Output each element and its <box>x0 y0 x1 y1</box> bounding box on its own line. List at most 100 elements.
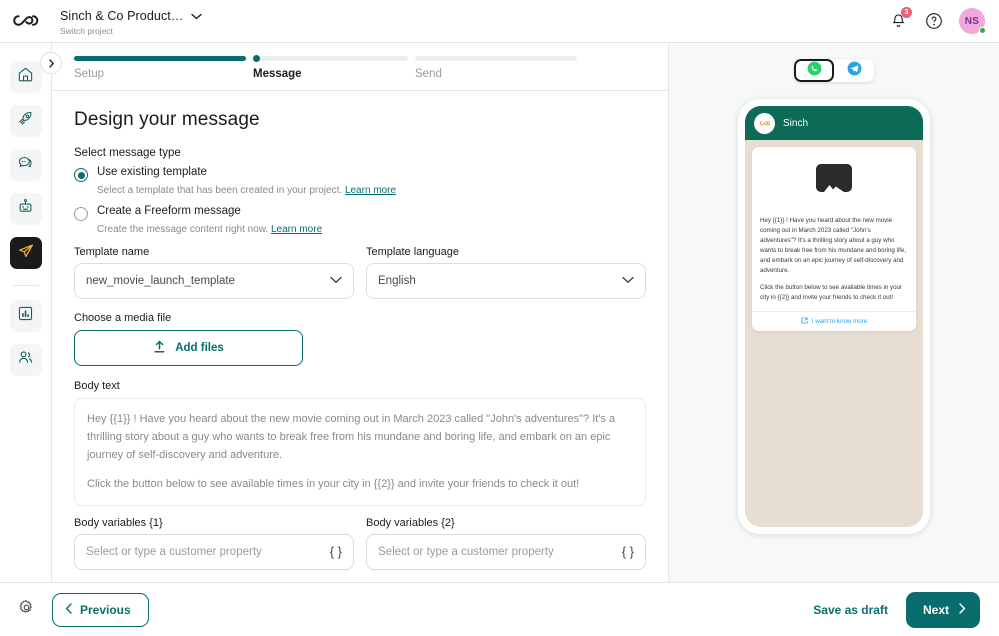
preview-media-area <box>752 147 916 209</box>
wizard-stepper: Setup Message Send <box>52 43 668 91</box>
sidebar-item-home[interactable] <box>10 61 42 93</box>
save-as-draft-button[interactable]: Save as draft <box>813 603 888 617</box>
radio-existing-template[interactable] <box>74 168 88 182</box>
wizard-footer: Previous Save as draft Next <box>0 582 999 636</box>
learn-more-link-freeform[interactable]: Learn more <box>271 224 322 235</box>
template-language-select[interactable]: English <box>366 263 646 299</box>
body-variable-1-label: Body variables {1} <box>74 517 354 529</box>
chevron-right-icon <box>958 603 966 617</box>
whatsapp-icon <box>807 61 822 81</box>
body-variable-2-label: Body variables {2} <box>366 517 646 529</box>
body-wrapper: Setup Message Send Design your message S… <box>0 43 999 582</box>
channel-toggle <box>794 59 874 82</box>
phone-chat-header: Sinch <box>745 106 923 140</box>
switch-project-label: Switch project <box>60 26 202 36</box>
bell-icon[interactable]: 3 <box>887 10 909 32</box>
sidebar-item-campaigns[interactable] <box>10 237 42 269</box>
upload-icon <box>153 340 166 357</box>
channel-whatsapp-button[interactable] <box>794 59 834 82</box>
radio-option-freeform[interactable]: Create a Freeform message <box>74 205 646 221</box>
chat-bubble-icon <box>17 154 34 176</box>
braces-icon[interactable]: { } <box>330 544 342 559</box>
template-language-value: English <box>378 275 622 287</box>
home-icon <box>17 66 34 88</box>
left-nav-rail <box>0 43 52 582</box>
add-files-button[interactable]: Add files <box>74 330 303 366</box>
next-button[interactable]: Next <box>906 592 980 628</box>
body-text-label: Body text <box>74 380 646 392</box>
template-name-field: Template name new_movie_launch_template <box>74 246 354 299</box>
step-bar-message[interactable] <box>253 56 408 61</box>
question-circle-icon[interactable] <box>923 10 945 32</box>
sidebar-item-bots[interactable] <box>10 193 42 225</box>
phone-screen: Sinch Hey {{1}} ! Have you hear <box>745 106 923 527</box>
template-name-value: new_movie_launch_template <box>86 275 330 287</box>
braces-icon[interactable]: { } <box>622 544 634 559</box>
project-switcher[interactable]: Sinch & Co Product… Switch project <box>60 7 202 36</box>
chevron-right-icon[interactable] <box>40 52 62 74</box>
body-variable-2-placeholder: Select or type a customer property <box>378 546 622 558</box>
learn-more-link-existing[interactable]: Learn more <box>345 185 396 196</box>
top-bar: Sinch & Co Product… Switch project 3 NS <box>0 0 999 43</box>
preview-cta-button[interactable]: I want to know more <box>752 312 916 331</box>
avatar[interactable]: NS <box>959 8 985 34</box>
body-text-paragraph-2: Click the button below to see available … <box>87 475 633 493</box>
image-placeholder-icon <box>816 164 852 192</box>
step-label-setup[interactable]: Setup <box>74 68 246 80</box>
chevron-down-icon[interactable] <box>191 7 202 25</box>
gear-icon <box>18 599 35 621</box>
sidebar-item-conversations[interactable] <box>10 149 42 181</box>
chevron-left-icon <box>65 603 73 617</box>
body-text-area[interactable]: Hey {{1}} ! Have you heard about the new… <box>74 398 646 506</box>
step-bar-send[interactable] <box>415 56 577 61</box>
project-name: Sinch & Co Product… <box>60 9 183 23</box>
body-variable-1-input[interactable]: Select or type a customer property { } <box>74 534 354 570</box>
rail-divider <box>13 285 39 286</box>
paper-plane-icon <box>17 242 35 265</box>
step-label-send[interactable]: Send <box>415 68 577 80</box>
step-label-message[interactable]: Message <box>253 68 408 80</box>
rocket-icon <box>17 110 34 132</box>
radio-label-existing-template: Use existing template <box>97 166 207 178</box>
body-variable-2-input[interactable]: Select or type a customer property { } <box>366 534 646 570</box>
sidebar-item-analytics[interactable] <box>10 300 42 332</box>
preview-paragraph-2: Click the button below to see available … <box>760 283 908 303</box>
footer-actions: Save as draft Next <box>813 592 980 628</box>
settings-button[interactable] <box>0 599 52 621</box>
previous-label: Previous <box>80 603 131 617</box>
bar-chart-icon <box>17 305 34 327</box>
sidebar-item-contacts[interactable] <box>10 344 42 376</box>
step-bar-setup[interactable] <box>74 56 246 61</box>
radio-desc-freeform: Create the message content right now. Le… <box>97 224 646 235</box>
body-variable-2-field: Body variables {2} Select or type a cust… <box>366 517 646 570</box>
telegram-icon <box>847 61 862 81</box>
phone-chat-body: Hey {{1}} ! Have you heard about the new… <box>745 140 923 527</box>
radio-desc-existing-template: Select a template that has been created … <box>97 185 646 196</box>
form-pane: Setup Message Send Design your message S… <box>52 43 669 582</box>
preview-message-card: Hey {{1}} ! Have you heard about the new… <box>752 147 916 331</box>
previous-button[interactable]: Previous <box>52 593 149 627</box>
media-file-label: Choose a media file <box>74 312 646 324</box>
channel-telegram-button[interactable] <box>834 59 874 82</box>
avatar-initials: NS <box>965 16 980 27</box>
radio-option-existing-template[interactable]: Use existing template <box>74 166 646 182</box>
template-name-select[interactable]: new_movie_launch_template <box>74 263 354 299</box>
sidebar-item-launch[interactable] <box>10 105 42 137</box>
body-variables-row: Body variables {1} Select or type a cust… <box>74 517 646 570</box>
phone-chat-title: Sinch <box>783 118 808 129</box>
body-variable-1-placeholder: Select or type a customer property <box>86 546 330 558</box>
template-fields-row: Template name new_movie_launch_template … <box>74 246 646 299</box>
sinch-logo-icon[interactable] <box>0 13 52 29</box>
step-current-dot <box>253 55 260 62</box>
body-text-paragraph-1: Hey {{1}} ! Have you heard about the new… <box>87 410 633 464</box>
radio-freeform[interactable] <box>74 207 88 221</box>
chevron-down-icon[interactable] <box>330 275 342 287</box>
robot-icon <box>17 198 34 220</box>
template-language-field: Template language English <box>366 246 646 299</box>
preview-paragraph-1: Hey {{1}} ! Have you heard about the new… <box>760 216 908 276</box>
chevron-down-icon[interactable] <box>622 275 634 287</box>
add-files-label: Add files <box>175 342 224 354</box>
phone-preview: Sinch Hey {{1}} ! Have you hear <box>738 99 930 534</box>
body-variable-1-field: Body variables {1} Select or type a cust… <box>74 517 354 570</box>
preview-message-text: Hey {{1}} ! Have you heard about the new… <box>752 209 916 311</box>
